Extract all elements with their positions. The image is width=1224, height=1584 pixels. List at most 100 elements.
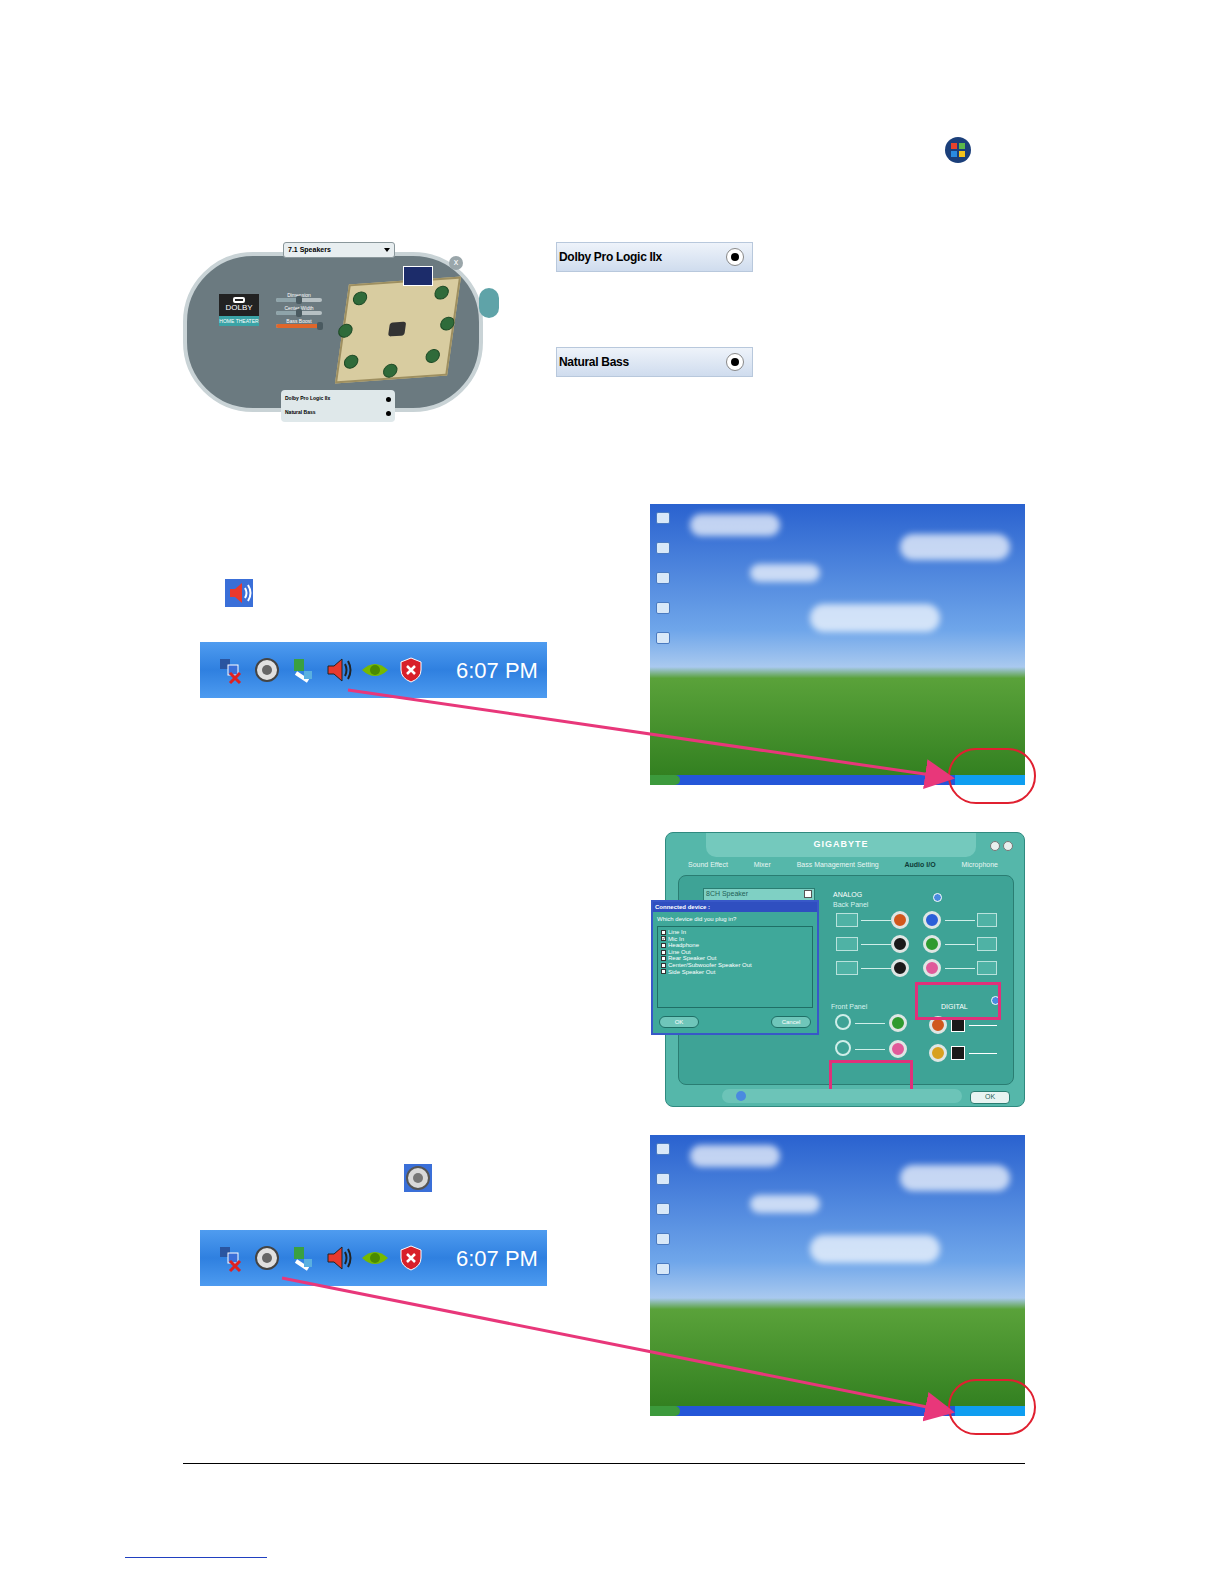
speaker-config-dropdown[interactable]: 7.1 Speakers <box>283 242 395 258</box>
ok-button[interactable]: OK <box>970 1091 1010 1104</box>
security-shield-icon[interactable] <box>396 1243 426 1273</box>
tab[interactable]: Microphone <box>961 860 998 871</box>
highlight-circle <box>948 1379 1036 1435</box>
device-dropdown[interactable]: 8CH Speaker <box>703 888 815 901</box>
callout-radio[interactable] <box>726 248 744 266</box>
callout-radio[interactable] <box>726 353 744 371</box>
device-icon[interactable] <box>288 655 318 685</box>
device-option[interactable]: Rear Speaker Out <box>661 955 812 962</box>
nvidia-icon[interactable] <box>360 655 390 685</box>
dropdown-arrow-icon <box>384 248 390 252</box>
close-button[interactable] <box>1003 841 1013 851</box>
device-option[interactable]: Headphone <box>661 942 812 949</box>
desktop-screenshot <box>650 504 1025 785</box>
volume-manager-icon[interactable] <box>252 1243 282 1273</box>
back-panel-label: Back Panel <box>833 900 868 911</box>
device-option-label: Mic In <box>668 936 684 943</box>
device-option[interactable]: Line Out <box>661 949 812 956</box>
toggle-row[interactable]: Natural Bass <box>285 406 391 420</box>
desktop-shortcut-icon[interactable] <box>656 1203 670 1215</box>
desktop-shortcut-icon[interactable] <box>656 512 670 524</box>
audio-jack[interactable] <box>889 1040 907 1058</box>
audio-jack[interactable] <box>929 1044 947 1062</box>
tab[interactable]: Mixer <box>754 860 771 871</box>
listener-icon <box>388 322 406 337</box>
speaker-icon <box>343 354 359 369</box>
callout-arrows <box>0 0 1224 1584</box>
close-button[interactable]: x <box>449 256 463 270</box>
start-button[interactable] <box>650 775 680 785</box>
audio-jack[interactable] <box>889 1014 907 1032</box>
audio-jack[interactable] <box>923 911 941 929</box>
desktop-shortcut-icon[interactable] <box>656 602 670 614</box>
tab[interactable]: Audio I/O <box>905 860 936 871</box>
device-checkbox[interactable] <box>661 969 666 974</box>
device-checkbox[interactable] <box>661 936 666 941</box>
desktop-shortcut-icon[interactable] <box>656 1263 670 1275</box>
cancel-button[interactable]: Cancel <box>771 1016 811 1028</box>
info-icon[interactable] <box>933 893 942 902</box>
desktop-shortcut-icon[interactable] <box>656 572 670 584</box>
speaker-icon <box>425 349 441 364</box>
slider-thumb[interactable] <box>317 322 323 330</box>
callout-radio-dot <box>731 253 739 261</box>
toggle-row[interactable]: Dolby Pro Logic IIx <box>285 392 391 406</box>
audio-jack[interactable] <box>891 911 909 929</box>
security-shield-icon[interactable] <box>396 655 426 685</box>
dialog-title-bar: Connected device : <box>653 902 817 912</box>
device-checkbox[interactable] <box>661 950 666 955</box>
ok-button[interactable]: OK <box>659 1016 699 1028</box>
desktop-shortcut-icon[interactable] <box>656 632 670 644</box>
red-speaker-icon[interactable] <box>324 1243 354 1273</box>
desktop-shortcut-icon[interactable] <box>656 1233 670 1245</box>
toggle-dot[interactable] <box>386 397 391 402</box>
connector-line <box>945 968 975 969</box>
desktop-shortcut-icon[interactable] <box>656 1143 670 1155</box>
device-option[interactable]: Mic In <box>661 936 812 943</box>
device-checkbox[interactable] <box>661 930 666 935</box>
network-icon[interactable] <box>216 1243 246 1273</box>
speaker-icon <box>352 291 368 306</box>
slider-track[interactable] <box>276 324 322 328</box>
slider-track[interactable] <box>276 311 322 315</box>
desktop-shortcut-icon[interactable] <box>656 542 670 554</box>
device-option[interactable]: Side Speaker Out <box>661 969 812 976</box>
brand-label: GIGABYTE <box>813 838 868 852</box>
slider-thumb[interactable] <box>296 296 302 304</box>
dropdown-arrow-icon[interactable] <box>804 890 812 898</box>
device-icon <box>977 961 997 975</box>
toggle-callout[interactable]: Dolby Pro Logic IIx <box>556 242 753 272</box>
device-option[interactable]: Line In <box>661 929 812 936</box>
cloud <box>750 564 820 582</box>
connector-line <box>855 1049 885 1050</box>
start-button[interactable] <box>650 1406 680 1416</box>
tab[interactable]: Bass Management Setting <box>797 860 879 871</box>
device-icon[interactable] <box>288 1243 318 1273</box>
slider-thumb[interactable] <box>296 309 302 317</box>
red-speaker-icon[interactable] <box>324 655 354 685</box>
slider-track[interactable] <box>276 298 322 302</box>
volume-manager-icon[interactable] <box>252 655 282 685</box>
tab[interactable]: Sound Effect <box>688 860 728 871</box>
device-checkbox[interactable] <box>661 943 666 948</box>
network-icon[interactable] <box>216 655 246 685</box>
minimize-button[interactable] <box>990 841 1000 851</box>
audio-jack[interactable] <box>923 935 941 953</box>
info-icon[interactable] <box>736 1091 746 1101</box>
nvidia-icon[interactable] <box>360 1243 390 1273</box>
audio-jack[interactable] <box>923 959 941 977</box>
system-tray: 6:07 PM <box>200 1230 547 1286</box>
audio-jack[interactable] <box>891 959 909 977</box>
cloud <box>810 604 940 632</box>
device-option[interactable]: Center/Subwoofer Speaker Out <box>661 962 812 969</box>
speaker-icon <box>382 363 398 378</box>
device-icon <box>977 913 997 927</box>
connector-line <box>861 944 891 945</box>
desktop-shortcut-icon[interactable] <box>656 1173 670 1185</box>
device-icon <box>977 937 997 951</box>
toggle-dot[interactable] <box>386 411 391 416</box>
device-checkbox[interactable] <box>661 963 666 968</box>
device-checkbox[interactable] <box>661 956 666 961</box>
audio-jack[interactable] <box>891 935 909 953</box>
toggle-callout[interactable]: Natural Bass <box>556 347 753 377</box>
